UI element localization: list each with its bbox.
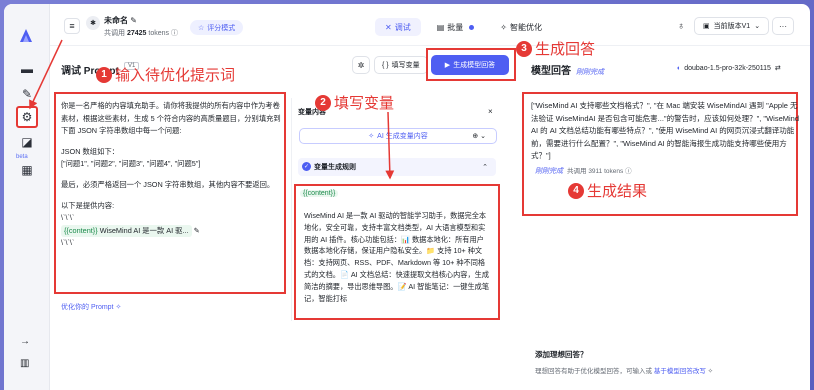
version-icon: ▣	[703, 23, 710, 30]
play-icon: ▶	[444, 62, 451, 69]
prompt-line: \`\`\`	[61, 238, 75, 248]
fill-variables-button[interactable]: { } 填写变量	[374, 56, 428, 74]
globe-icon[interactable]: ⊕ ⌄	[472, 132, 486, 140]
annotation-2: 2 填写变量	[315, 92, 394, 113]
collapse-icon[interactable]: →	[20, 336, 30, 347]
optimize-prompt-link[interactable]: 优化你的 Prompt ✧	[61, 302, 121, 312]
prompt-editor[interactable]: 你是一名严格的内容填充助手。请你将我提供的所有内容中作为考卷素材，根据这些素材，…	[61, 100, 281, 258]
sparkle-icon: ✧	[368, 133, 375, 140]
edit-variable-icon[interactable]: ✎	[194, 226, 200, 235]
tab-batch[interactable]: ▤ 批量	[427, 18, 485, 36]
sparkle-icon: ✧	[707, 368, 714, 375]
menu-icon[interactable]: ≡	[64, 18, 80, 34]
edit-icon[interactable]: ✎	[130, 16, 137, 25]
eval-icon[interactable]: ◪	[17, 132, 37, 152]
prompt-icon[interactable]: ✎	[17, 84, 37, 104]
prompt-line: 以下是提供内容:	[61, 200, 115, 210]
variable-name: {{content}}	[300, 190, 339, 197]
tab-smart-optimize[interactable]: ✧ 智能优化	[490, 18, 552, 36]
model-answer-text: ["WiseMind AI 支持哪些文档格式？", "在 Mac 端安装 Wis…	[531, 101, 800, 161]
app-logo-icon[interactable]	[16, 26, 36, 46]
debug-mode-icon: ✕	[385, 22, 392, 32]
check-icon: ✓	[302, 162, 311, 171]
ideal-answer-desc: 理想回答有助于优化模型回答，可输入或 基于模型回答改写 ✧	[535, 368, 714, 375]
mode-tabs: ✕ 调试 ▤ 批量 ✧ 智能优化	[375, 18, 552, 36]
project-usage: 共调用 27425 tokens ⓘ	[104, 30, 178, 37]
project-avatar: ✱	[86, 16, 100, 30]
annotation-4: 4 生成结果	[568, 180, 647, 201]
chevron-up-icon: ⌃	[482, 164, 488, 171]
app-window: ▬ ✎ ⚙ ◪ beta ▦ → ▥ ≡ ✱ 未命名 ✎ 共调用 27425 t…	[4, 4, 810, 390]
rewrite-link[interactable]: 基于模型回答改写	[654, 368, 706, 375]
lightbulb-icon[interactable]: ♁	[672, 17, 690, 35]
more-button[interactable]: ···	[772, 17, 794, 35]
batch-icon: ▤	[436, 22, 445, 32]
answer-title: 模型回答 刚刚完成	[531, 66, 604, 77]
prompt-line: JSON 数组如下：	[61, 146, 119, 156]
add-ideal-answer-title: 添加理想回答？	[535, 350, 588, 359]
folder-icon[interactable]: ▬	[17, 59, 37, 79]
variable-rules-toggle[interactable]: ✓ 变量生成规则 ⌃	[298, 158, 496, 176]
adjust-icon[interactable]: ⇄	[775, 64, 781, 72]
braces-icon: { }	[382, 61, 389, 69]
batch-dot	[469, 24, 475, 30]
beta-feature-icon[interactable]: ▦	[17, 160, 37, 180]
model-icon: ◖	[676, 64, 681, 72]
ai-generate-variables-button[interactable]: ✧ AI 生成变量内容 ⊕ ⌄	[299, 128, 497, 144]
star-icon: ☆	[198, 24, 205, 32]
model-select[interactable]: ◖ doubao-1.5-pro-32k-250115 ⇄	[676, 64, 781, 73]
sparkle-icon: ✧	[500, 22, 507, 32]
annotation-1: 1 输入待优化提示词	[96, 64, 235, 85]
variable-value-input[interactable]: WiseMind AI 是一款 AI 驱动的智能学习助手，数据完全本地化，安全可…	[304, 210, 490, 316]
generate-answer-button[interactable]: ▶ 生成模型回答	[431, 55, 509, 75]
close-icon[interactable]: ×	[488, 107, 493, 116]
magic-wand-button[interactable]: ✲	[352, 56, 370, 74]
prompt-var-line: {{content}} WiseMind AI 是一款 AI 驱... ✎	[61, 224, 281, 238]
prompt-line: ["问题1", "问题2", "问题3", "问题4", "问题5"]	[61, 159, 201, 169]
annotation-3: 3 生成回答	[516, 38, 595, 59]
debug-icon[interactable]: ⚙	[16, 106, 38, 128]
info-icon[interactable]: ⓘ	[171, 30, 178, 37]
sparkle-icon: ✧	[115, 304, 122, 311]
prompt-line: 你是一名严格的内容填充助手。请你将我提供的所有内容中作为考卷素材，根据这些素材，…	[61, 101, 281, 136]
info-icon[interactable]: ⓘ	[625, 168, 632, 175]
top-bar: ≡ ✱ 未命名 ✎ 共调用 27425 tokens ⓘ ☆ 评分模式 ✕ 调试 ▤…	[50, 4, 810, 46]
tab-debug[interactable]: ✕ 调试	[375, 18, 421, 36]
chevron-down-icon: ⌄	[754, 23, 761, 30]
score-mode-button[interactable]: ☆ 评分模式	[190, 20, 244, 35]
left-rail: ▬ ✎ ⚙ ◪ beta ▦ → ▥	[4, 4, 50, 390]
variable-chip[interactable]: {{content}} WiseMind AI 是一款 AI 驱...	[61, 224, 192, 238]
prompt-line: 最后，必须严格返回一个 JSON 字符串数组，其他内容不要返回。	[61, 179, 275, 189]
answer-status-tag: 刚刚完成	[576, 69, 604, 76]
docs-icon[interactable]: ▥	[20, 358, 29, 369]
answer-meta: 刚刚完成 共调用 3911 tokens ⓘ	[535, 168, 632, 175]
prompt-line: \`\`\`	[61, 213, 75, 223]
version-select[interactable]: ▣ 当前版本V1 ⌄	[694, 17, 770, 35]
project-name[interactable]: 未命名 ✎	[104, 15, 137, 26]
